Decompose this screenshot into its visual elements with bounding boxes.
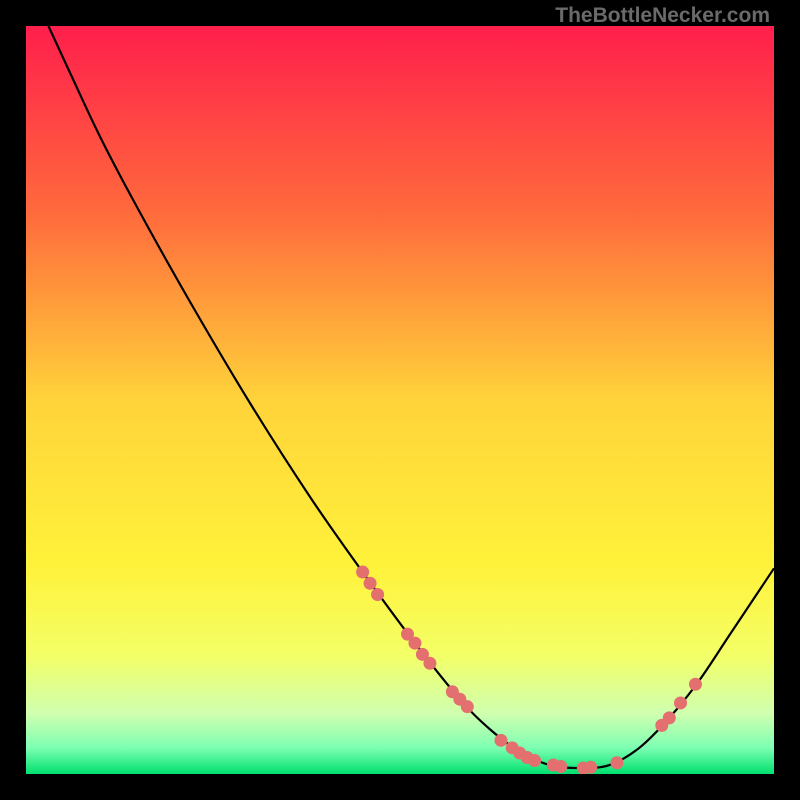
watermark-text: TheBottleNecker.com xyxy=(555,4,770,28)
gradient-background xyxy=(26,26,774,774)
data-marker xyxy=(364,577,377,590)
data-marker xyxy=(356,566,369,579)
data-marker xyxy=(423,657,436,670)
data-marker xyxy=(584,761,597,774)
data-marker xyxy=(554,760,567,773)
data-marker xyxy=(610,756,623,769)
data-marker xyxy=(689,678,702,691)
chart-svg xyxy=(26,26,774,774)
data-marker xyxy=(461,700,474,713)
data-marker xyxy=(663,711,676,724)
chart-frame xyxy=(26,26,774,774)
data-marker xyxy=(371,588,384,601)
data-marker xyxy=(528,754,541,767)
data-marker xyxy=(674,696,687,709)
data-marker xyxy=(408,637,421,650)
data-marker xyxy=(494,734,507,747)
